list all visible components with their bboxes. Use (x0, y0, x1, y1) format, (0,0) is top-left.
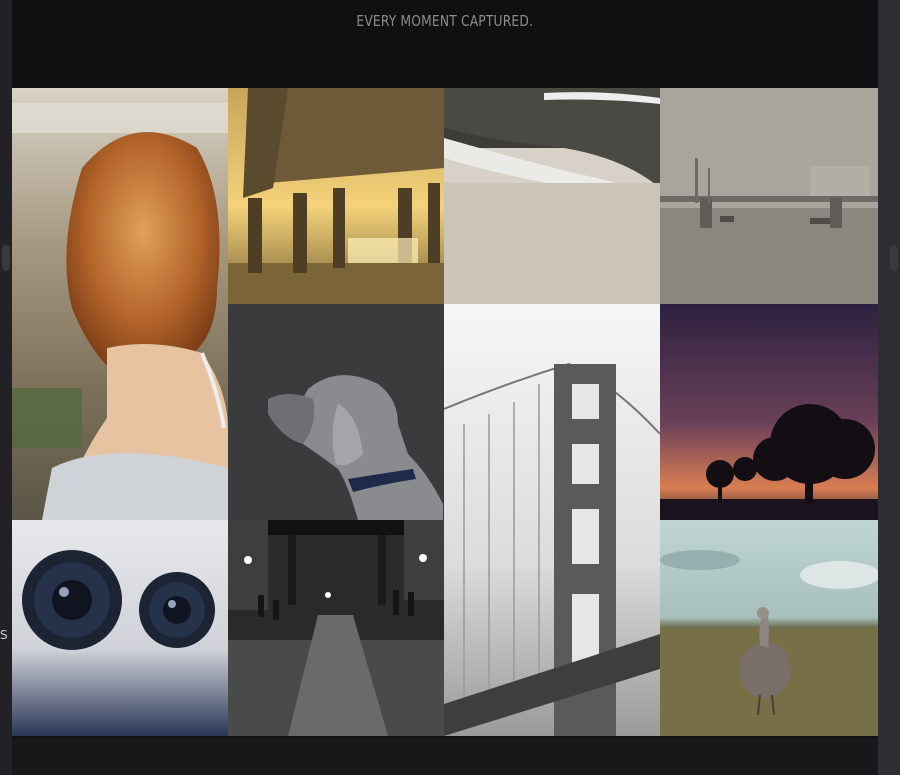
photo-woman-curly-hair-icon (12, 88, 228, 520)
gallery-frame: EVERY MOMENT CAPTURED. (12, 0, 878, 775)
photo-tile-pier[interactable] (228, 88, 444, 304)
photo-dog-silhouette-icon (228, 304, 444, 520)
photo-tile-lenses[interactable] (12, 520, 228, 736)
photo-tile-street[interactable] (228, 520, 444, 736)
photo-foggy-harbor-bridge-icon (660, 88, 878, 304)
photo-tile-woman[interactable] (12, 88, 228, 520)
photo-tile-sunset[interactable] (660, 304, 878, 520)
page-edge-text: S (0, 628, 8, 642)
photo-bird-in-field-icon (660, 520, 878, 736)
page-title: EVERY MOMENT CAPTURED. (356, 12, 534, 30)
photo-tile-fog[interactable] (660, 88, 878, 304)
photo-purple-sunset-trees-icon (660, 304, 878, 520)
photo-beach-waves-icon (444, 88, 660, 304)
page-backdrop-right (878, 0, 900, 775)
next-slide-arrow[interactable] (890, 245, 898, 271)
photo-tile-dog[interactable] (228, 304, 444, 520)
photo-grid (12, 88, 878, 738)
photo-tile-bird[interactable] (660, 520, 878, 736)
photo-pier-sunset-icon (228, 88, 444, 304)
gallery-footer-strip (12, 738, 878, 775)
photo-camera-lenses-icon (12, 520, 228, 736)
photo-tile-bridge[interactable] (444, 304, 660, 736)
photo-rainy-street-night-icon (228, 520, 444, 736)
prev-slide-arrow[interactable] (2, 245, 10, 271)
photo-tile-beach[interactable] (444, 88, 660, 304)
photo-golden-gate-bridge-icon (444, 304, 660, 736)
gallery-header: EVERY MOMENT CAPTURED. (12, 0, 878, 88)
page-backdrop-left (0, 0, 12, 775)
